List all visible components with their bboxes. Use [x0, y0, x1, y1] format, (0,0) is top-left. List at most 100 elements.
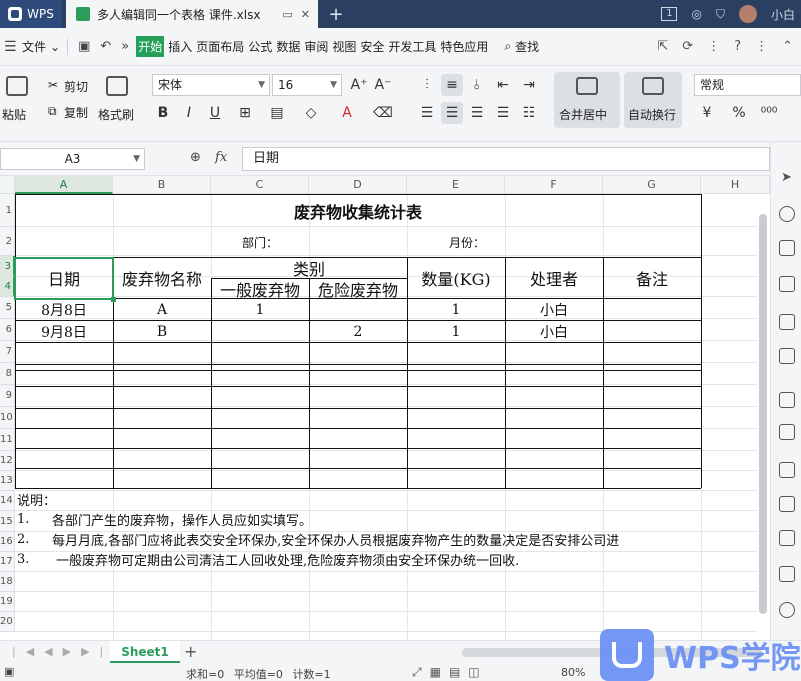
wrap-text-button[interactable]: 自动换行 — [624, 72, 682, 128]
add-sheet-button[interactable]: + — [184, 642, 197, 661]
file-menu[interactable]: 文件 — [22, 38, 46, 55]
row-header[interactable]: 10 — [0, 407, 15, 429]
note-text[interactable]: 每月月底,各部门应将此表交安全环保办,安全环保办人员根据废弃物产生的数量决定是否… — [52, 529, 701, 549]
note-number[interactable]: 2. — [17, 529, 47, 549]
tab-home[interactable]: 开始 — [136, 36, 165, 57]
number-format-select[interactable]: 常规 — [694, 74, 801, 96]
table-icon[interactable] — [779, 314, 795, 330]
row-header[interactable]: 16 — [0, 532, 15, 552]
share-icon[interactable] — [779, 566, 795, 582]
shapes-icon[interactable] — [779, 206, 795, 222]
align-center-icon[interactable]: ☰ — [441, 102, 463, 124]
underline-button[interactable]: U — [204, 102, 226, 124]
search-button[interactable]: 查找 — [515, 38, 539, 55]
tab-page-layout[interactable]: 页面布局 — [196, 38, 244, 55]
tab-view[interactable]: 视图 — [332, 38, 356, 55]
col-header-a[interactable]: A — [15, 176, 113, 194]
zoom-level[interactable]: 80% — [561, 666, 585, 679]
row-header[interactable]: 18 — [0, 572, 15, 592]
collapse-ribbon-icon[interactable]: ⌃ — [782, 39, 793, 54]
row-header[interactable]: 4 — [0, 277, 15, 297]
row-header[interactable]: 7 — [0, 341, 15, 363]
note-number[interactable]: 1. — [17, 509, 47, 529]
tab-review[interactable]: 审阅 — [304, 38, 328, 55]
font-size-select[interactable]: 16 ▼ — [272, 74, 342, 96]
chevron-down-icon[interactable]: ⌄ — [50, 40, 60, 54]
row-header[interactable]: 17 — [0, 552, 15, 572]
header-name[interactable]: 废弃物名称 — [113, 258, 211, 298]
tab-security[interactable]: 安全 — [360, 38, 384, 55]
spreadsheet-grid[interactable]: A B C D E F G H 1 2 3 4 5 6 7 8 9 10 11 12 13 14 15 16 1… — [0, 176, 770, 640]
bold-button[interactable]: B — [152, 102, 174, 124]
col-header-d[interactable]: D — [309, 176, 407, 194]
cell-name[interactable]: B — [113, 321, 211, 342]
cell-handler[interactable]: 小白 — [505, 321, 603, 342]
tab-insert[interactable]: 插入 — [168, 38, 192, 55]
row-header[interactable]: 15 — [0, 511, 15, 532]
cell-name[interactable]: A — [113, 299, 211, 320]
font-color-icon[interactable]: A — [336, 102, 358, 124]
window-count-badge[interactable]: 1 — [661, 7, 678, 21]
row-header[interactable]: 6 — [0, 319, 15, 341]
thousands-icon[interactable]: ⁰⁰⁰ — [758, 102, 780, 124]
wps-home-tab[interactable]: WPS — [0, 0, 62, 28]
skin-icon[interactable]: ◎ — [691, 7, 701, 21]
currency-icon[interactable]: ¥ — [696, 102, 718, 124]
decrease-font-icon[interactable]: A⁻ — [372, 74, 394, 96]
username[interactable]: 小白 — [771, 6, 795, 23]
font-name-select[interactable]: 宋体 ▼ — [152, 74, 270, 96]
row-header[interactable]: 12 — [0, 451, 15, 471]
header-category[interactable]: 类别 — [211, 258, 407, 279]
macro-icon[interactable]: ▣ — [4, 665, 14, 678]
backup-icon[interactable] — [779, 462, 795, 478]
dept-label[interactable]: 部门： — [211, 228, 309, 256]
align-right-icon[interactable]: ☰ — [466, 102, 488, 124]
increase-font-icon[interactable]: A⁺ — [348, 74, 370, 96]
align-bottom-icon[interactable]: ⫰ — [466, 74, 488, 96]
note-text[interactable]: 一般废弃物可定期由公司清洁工人回收处理,危险废弃物须由安全环保办统一回收. — [56, 549, 696, 569]
row-header[interactable]: 3 — [0, 256, 15, 277]
format-painter-icon[interactable] — [106, 76, 128, 96]
scrollbar-thumb[interactable] — [759, 214, 767, 614]
save-icon[interactable]: ▣ — [78, 39, 90, 54]
share-icon[interactable]: ⇱ — [657, 39, 668, 54]
vertical-scrollbar[interactable] — [757, 206, 768, 616]
row-header[interactable]: 19 — [0, 592, 15, 612]
align-left-icon[interactable]: ☰ — [416, 102, 438, 124]
cell-handler[interactable]: 小白 — [505, 299, 603, 320]
row-header[interactable]: 8 — [0, 363, 15, 385]
select-all-corner[interactable] — [0, 176, 15, 194]
format-icon[interactable] — [779, 276, 795, 292]
sheet-tab-sheet1[interactable]: Sheet1 — [110, 641, 180, 663]
align-middle-icon[interactable]: ≡ — [441, 74, 463, 96]
help-icon[interactable]: ? — [734, 39, 741, 54]
sync-icon[interactable]: ⟳ — [682, 39, 693, 54]
clear-format-icon[interactable]: ⌫ — [372, 102, 394, 124]
border-icon[interactable]: ⊞ — [234, 102, 256, 124]
col-header-f[interactable]: F — [505, 176, 603, 194]
paste-icon[interactable] — [6, 76, 28, 96]
italic-button[interactable]: I — [178, 102, 200, 124]
avatar[interactable] — [738, 5, 757, 23]
search-icon[interactable]: ⌕ — [504, 39, 511, 54]
cell-date[interactable]: 9月8日 — [15, 321, 113, 342]
restore-tab-icon[interactable]: ▭ — [282, 8, 292, 21]
close-tab-icon[interactable]: ✕ — [301, 8, 310, 21]
copy-button[interactable]: 复制 — [64, 104, 88, 121]
cursor-icon[interactable]: ➤ — [781, 170, 792, 185]
tab-developer[interactable]: 开发工具 — [388, 38, 436, 55]
undo-icon[interactable]: ↶ — [100, 39, 111, 54]
more-icon[interactable]: ⋮ — [755, 39, 768, 54]
sheet-nav-arrows[interactable]: |◀◀▶▶| — [12, 645, 113, 658]
row-header[interactable]: 11 — [0, 429, 15, 451]
grid-icon[interactable] — [779, 348, 795, 364]
more-icon[interactable]: » — [121, 39, 129, 54]
distributed-icon[interactable]: ☷ — [518, 102, 540, 124]
row-header[interactable]: 5 — [0, 297, 15, 319]
sheet-title[interactable]: 废弃物收集统计表 — [15, 195, 701, 227]
col-header-e[interactable]: E — [407, 176, 505, 194]
fx-icon[interactable]: fx — [215, 150, 227, 165]
zoom-formula-icon[interactable]: ⊕ — [190, 150, 201, 165]
indent-decrease-icon[interactable]: ⇤ — [492, 74, 514, 96]
col-header-b[interactable]: B — [113, 176, 211, 194]
